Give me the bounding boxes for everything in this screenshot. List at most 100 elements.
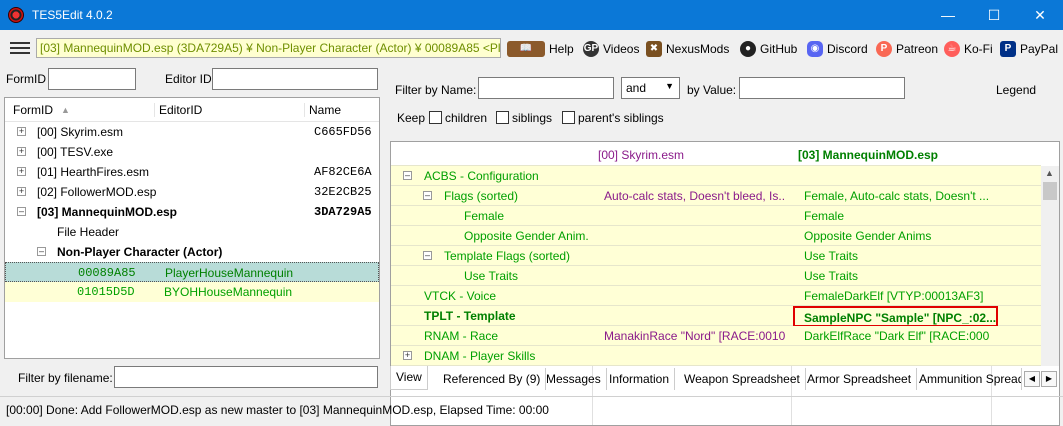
- expand-icon[interactable]: +: [403, 351, 412, 360]
- filter-name-label: Filter by Name:: [395, 83, 477, 97]
- grid-row[interactable]: Use Traits Use Traits: [391, 266, 1041, 286]
- expand-icon[interactable]: +: [17, 167, 26, 176]
- column-name[interactable]: Name: [304, 103, 341, 117]
- minimize-button[interactable]: —: [925, 0, 971, 30]
- and-or-select[interactable]: and ▼: [621, 77, 680, 99]
- filter-filename-input[interactable]: [114, 366, 378, 388]
- value-input[interactable]: [739, 77, 905, 99]
- filter-name-input[interactable]: [478, 77, 614, 99]
- children-label: children: [445, 111, 488, 125]
- patreon-icon: P: [876, 41, 892, 57]
- vertical-scrollbar[interactable]: ▲: [1041, 166, 1059, 366]
- tab-referenced-by[interactable]: Referenced By (9): [438, 368, 547, 390]
- collapse-icon[interactable]: –: [37, 247, 46, 256]
- help-link[interactable]: 📖 Help: [507, 40, 574, 58]
- siblings-label: siblings: [512, 111, 553, 125]
- collapse-icon[interactable]: –: [423, 251, 432, 260]
- tab-ammunition-spreadsheet[interactable]: Ammunition Spreadsheet: [914, 368, 1022, 390]
- tab-bar: View Referenced By (9) Messages Informat…: [386, 366, 1063, 390]
- toolbar: [03] MannequinMOD.esp (3DA729A5) ¥ Non-P…: [0, 30, 1063, 64]
- grid-row[interactable]: VTCK - Voice FemaleDarkElf [VTYP:00013AF…: [391, 286, 1041, 306]
- kofi-link[interactable]: ☕ Ko-Fi: [944, 40, 993, 58]
- sort-arrow-icon: ▲: [61, 105, 70, 115]
- filter-filename-label: Filter by filename:: [18, 371, 113, 385]
- scroll-thumb[interactable]: [1043, 182, 1057, 200]
- highlighted-template-cell[interactable]: SampleNPC "Sample" [NPC_:02...: [793, 306, 998, 327]
- tab-armor-spreadsheet[interactable]: Armor Spreadsheet: [802, 368, 918, 390]
- book-icon: 📖: [507, 41, 545, 57]
- tab-information[interactable]: Information: [604, 368, 676, 390]
- videos-link[interactable]: GP Videos: [583, 40, 639, 58]
- column-skyrim: [00] Skyrim.esm: [598, 148, 685, 162]
- discord-link[interactable]: ◉ Discord: [807, 40, 868, 58]
- patreon-link[interactable]: P Patreon: [876, 40, 938, 58]
- tab-weapon-spreadsheet[interactable]: Weapon Spreadsheet: [679, 368, 806, 390]
- expand-icon[interactable]: +: [17, 187, 26, 196]
- filter-panel: Filter by Name: and ▼ by Value: Legend K…: [386, 64, 1063, 139]
- expand-icon[interactable]: +: [17, 147, 26, 156]
- tree-row[interactable]: 01015D5D BYOHHouseMannequin: [5, 282, 379, 302]
- tree-row[interactable]: – [03] MannequinMOD.esp 3DA729A5: [5, 202, 379, 222]
- kofi-icon: ☕: [944, 41, 960, 57]
- github-link[interactable]: ● GitHub: [740, 40, 797, 58]
- children-checkbox[interactable]: [429, 111, 442, 124]
- tree-row[interactable]: File Header: [5, 222, 379, 242]
- parents-siblings-checkbox[interactable]: [562, 111, 575, 124]
- column-mannequinmod: [03] MannequinMOD.esp: [798, 148, 939, 162]
- tree-row[interactable]: + [00] TESV.exe: [5, 142, 379, 162]
- grid-row[interactable]: – Template Flags (sorted) Use Traits: [391, 246, 1041, 266]
- legend-button[interactable]: Legend: [996, 83, 1036, 97]
- paypal-icon: P: [1000, 41, 1016, 57]
- tree-row[interactable]: – Non-Player Character (Actor): [5, 242, 379, 262]
- grid-row[interactable]: + DNAM - Player Skills: [391, 346, 1041, 366]
- paypal-link[interactable]: P PayPal: [1000, 40, 1058, 58]
- status-bar: [00:00] Done: Add FollowerMOD.esp as new…: [0, 396, 1063, 422]
- chevron-down-icon: ▼: [665, 81, 674, 91]
- github-icon: ●: [740, 41, 756, 57]
- grid-header: [00] Skyrim.esm [03] MannequinMOD.esp: [391, 142, 1041, 166]
- grid-row[interactable]: Female Female: [391, 206, 1041, 226]
- grid-row[interactable]: TPLT - Template SampleNPC "Sample" [NPC_…: [391, 306, 1041, 327]
- close-button[interactable]: ✕: [1017, 0, 1063, 30]
- editorid-input[interactable]: [212, 68, 378, 90]
- maximize-button[interactable]: ☐: [971, 0, 1017, 30]
- record-path: [03] MannequinMOD.esp (3DA729A5) ¥ Non-P…: [36, 38, 501, 58]
- grid-row[interactable]: – Flags (sorted) Auto-calc stats, Doesn'…: [391, 186, 1041, 206]
- tab-scroll-right-icon[interactable]: ▶: [1041, 371, 1057, 387]
- right-pane: Filter by Name: and ▼ by Value: Legend K…: [386, 64, 1063, 426]
- tree-row[interactable]: + [01] HearthFires.esm AF82CE6A: [5, 162, 379, 182]
- formid-input[interactable]: [48, 68, 136, 90]
- collapse-icon[interactable]: –: [403, 171, 412, 180]
- collapse-icon[interactable]: –: [17, 207, 26, 216]
- left-pane: FormID Editor ID FormID ▲ EditorID Name …: [0, 64, 384, 394]
- tree-row[interactable]: + [00] Skyrim.esm C665FD56: [5, 122, 379, 142]
- collapse-icon[interactable]: –: [423, 191, 432, 200]
- grid-row[interactable]: – ACBS - Configuration: [391, 166, 1041, 186]
- grid-row[interactable]: Opposite Gender Anim... Opposite Gender …: [391, 226, 1041, 246]
- by-value-label: by Value:: [687, 83, 737, 97]
- record-tree[interactable]: FormID ▲ EditorID Name + [00] Skyrim.esm…: [4, 97, 380, 359]
- column-formid[interactable]: FormID: [13, 103, 53, 117]
- tab-view[interactable]: View: [390, 366, 428, 390]
- videos-icon: GP: [583, 41, 599, 57]
- tree-row-selected[interactable]: 00089A85 PlayerHouseMannequin: [5, 262, 379, 282]
- column-editorid[interactable]: EditorID: [154, 103, 202, 117]
- expand-icon[interactable]: +: [17, 127, 26, 136]
- parents-siblings-label: parent's siblings: [578, 111, 664, 125]
- grid-row[interactable]: RNAM - Race ManakinRace "Nord" [RACE:001…: [391, 326, 1041, 346]
- title-bar: TES5Edit 4.0.2 — ☐ ✕: [0, 0, 1063, 30]
- app-icon: [8, 7, 24, 23]
- formid-label: FormID: [6, 72, 46, 86]
- editorid-label: Editor ID: [165, 72, 212, 86]
- tab-scroll-left-icon[interactable]: ◀: [1024, 371, 1040, 387]
- scroll-up-icon[interactable]: ▲: [1045, 168, 1054, 178]
- tree-header: FormID ▲ EditorID Name: [5, 98, 379, 122]
- nexusmods-icon: ✖: [646, 41, 662, 57]
- tab-messages[interactable]: Messages: [541, 368, 607, 390]
- nexusmods-link[interactable]: ✖ NexusMods: [646, 40, 729, 58]
- menu-icon[interactable]: [10, 42, 30, 54]
- siblings-checkbox[interactable]: [496, 111, 509, 124]
- discord-icon: ◉: [807, 41, 823, 57]
- tree-row[interactable]: + [02] FollowerMOD.esp 32E2CB25: [5, 182, 379, 202]
- keep-label: Keep: [397, 111, 426, 125]
